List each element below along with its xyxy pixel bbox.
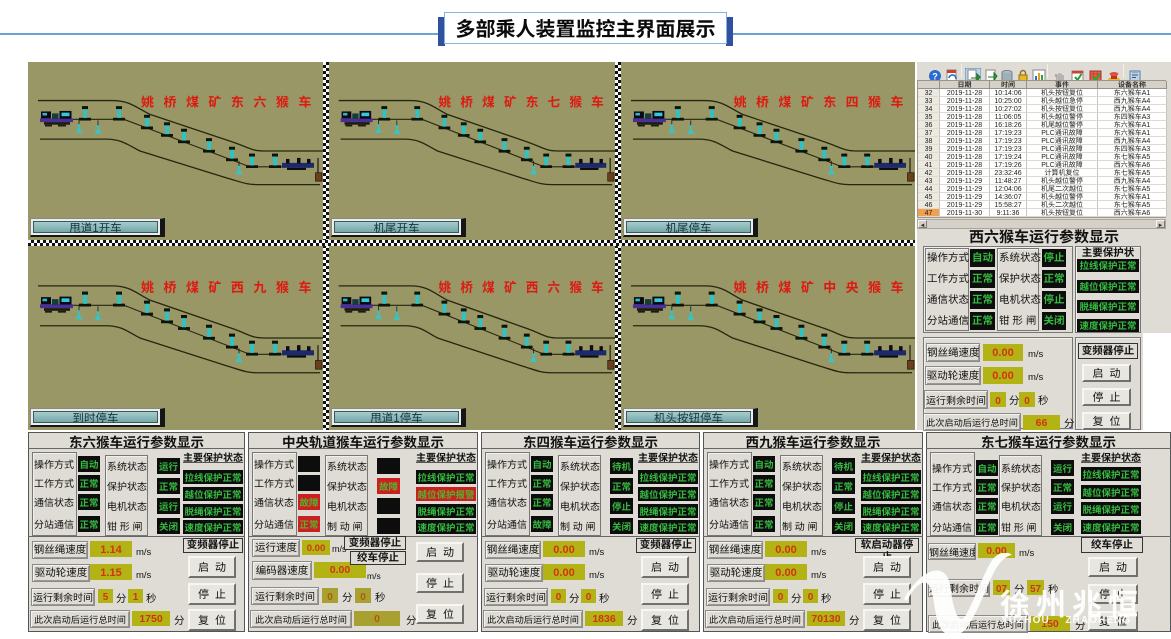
svg-text:姚桥煤矿西六猴车: 姚桥煤矿西六猴车 [439,277,613,296]
svg-text:姚桥煤矿东七猴车: 姚桥煤矿东七猴车 [439,91,613,110]
svg-text:姚桥煤矿东六猴车: 姚桥煤矿东六猴车 [141,92,321,111]
svg-text:姚桥煤矿中央猴车: 姚桥煤矿中央猴车 [734,277,913,296]
svg-text:姚桥煤矿东四猴车: 姚桥煤矿东四猴车 [734,92,913,111]
svg-text:姚桥煤矿西九猴车: 姚桥煤矿西九猴车 [141,277,321,296]
